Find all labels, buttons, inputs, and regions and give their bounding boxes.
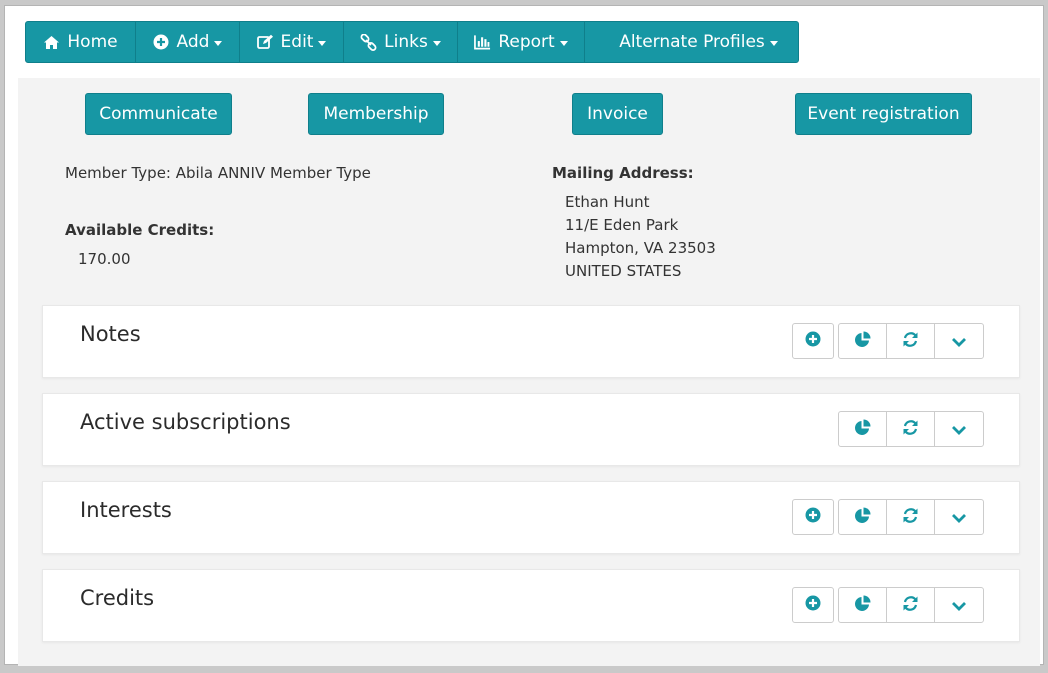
report-button[interactable] [839, 588, 887, 622]
address-line: Ethan Hunt [565, 193, 650, 211]
caret-down-icon [214, 40, 223, 46]
link-icon [360, 33, 377, 51]
section-tools [838, 499, 984, 535]
nav-report[interactable]: Report [458, 22, 585, 62]
report-button[interactable] [839, 500, 887, 534]
add-credit-button[interactable] [792, 587, 834, 623]
add-note-button[interactable] [792, 323, 834, 359]
section-title: Interests [80, 498, 172, 522]
section-tools [838, 323, 984, 359]
available-credits-label: Available Credits: [65, 221, 215, 239]
plus-circle-icon [805, 507, 821, 527]
plus-circle-icon [805, 331, 821, 351]
section-title: Credits [80, 586, 155, 610]
section-interests: Interests [42, 481, 1020, 554]
nav-home-label: Home [67, 32, 118, 52]
chevron-down-icon [951, 596, 967, 615]
caret-down-icon [318, 40, 327, 46]
home-icon [43, 34, 60, 51]
communicate-button[interactable]: Communicate [85, 93, 232, 135]
nav-links[interactable]: Links [344, 22, 458, 62]
expand-button[interactable] [935, 412, 983, 446]
pie-chart-icon [854, 419, 871, 440]
chevron-down-icon [951, 332, 967, 351]
expand-button[interactable] [935, 588, 983, 622]
section-tools [838, 411, 984, 447]
chevron-down-icon [951, 420, 967, 439]
refresh-icon [902, 331, 919, 352]
address-line: UNITED STATES [565, 262, 682, 280]
section-tools [838, 587, 984, 623]
refresh-button[interactable] [887, 324, 935, 358]
member-type: Member Type: Abila ANNIV Member Type [65, 164, 371, 182]
nav-edit[interactable]: Edit [240, 22, 344, 62]
nav-links-label: Links [384, 32, 428, 52]
caret-down-icon [559, 40, 568, 46]
nav-report-label: Report [498, 32, 555, 52]
section-title: Active subscriptions [80, 410, 291, 434]
window-frame: Home Add Edit Links Report Alternate Pro… [4, 5, 1044, 666]
address-line: Hampton, VA 23503 [565, 239, 716, 257]
pie-chart-icon [854, 507, 871, 528]
nav-alternate-profiles-label: Alternate Profiles [619, 32, 765, 52]
nav-add-label: Add [176, 32, 210, 52]
nav-home[interactable]: Home [26, 22, 136, 62]
address-line: 11/E Eden Park [565, 216, 679, 234]
event-registration-button[interactable]: Event registration [795, 93, 972, 135]
edit-icon [256, 34, 274, 51]
top-nav: Home Add Edit Links Report Alternate Pro… [25, 21, 799, 63]
refresh-button[interactable] [887, 500, 935, 534]
section-title: Notes [80, 322, 141, 346]
plus-circle-icon [805, 595, 821, 615]
nav-alternate-profiles[interactable]: Alternate Profiles [585, 22, 798, 62]
chevron-down-icon [951, 508, 967, 527]
caret-down-icon [432, 40, 441, 46]
bar-chart-icon [474, 34, 491, 51]
nav-add[interactable]: Add [136, 22, 240, 62]
membership-button[interactable]: Membership [308, 93, 444, 135]
caret-down-icon [769, 40, 778, 46]
section-active-subscriptions: Active subscriptions [42, 393, 1020, 466]
section-credits: Credits [42, 569, 1020, 642]
refresh-icon [902, 595, 919, 616]
refresh-icon [902, 507, 919, 528]
refresh-icon [902, 419, 919, 440]
available-credits-value: 170.00 [78, 250, 131, 268]
section-notes: Notes [42, 305, 1020, 378]
refresh-button[interactable] [887, 588, 935, 622]
add-interest-button[interactable] [792, 499, 834, 535]
mailing-address-label: Mailing Address: [552, 164, 694, 182]
report-button[interactable] [839, 324, 887, 358]
member-panel: Communicate Membership Invoice Event reg… [18, 78, 1040, 666]
expand-button[interactable] [935, 500, 983, 534]
pie-chart-icon [854, 331, 871, 352]
mailing-address: Ethan Hunt 11/E Eden Park Hampton, VA 23… [565, 191, 716, 283]
nav-edit-label: Edit [280, 32, 314, 52]
pie-chart-icon [854, 595, 871, 616]
report-button[interactable] [839, 412, 887, 446]
invoice-button[interactable]: Invoice [572, 93, 663, 135]
plus-circle-icon [153, 34, 170, 51]
expand-button[interactable] [935, 324, 983, 358]
refresh-button[interactable] [887, 412, 935, 446]
